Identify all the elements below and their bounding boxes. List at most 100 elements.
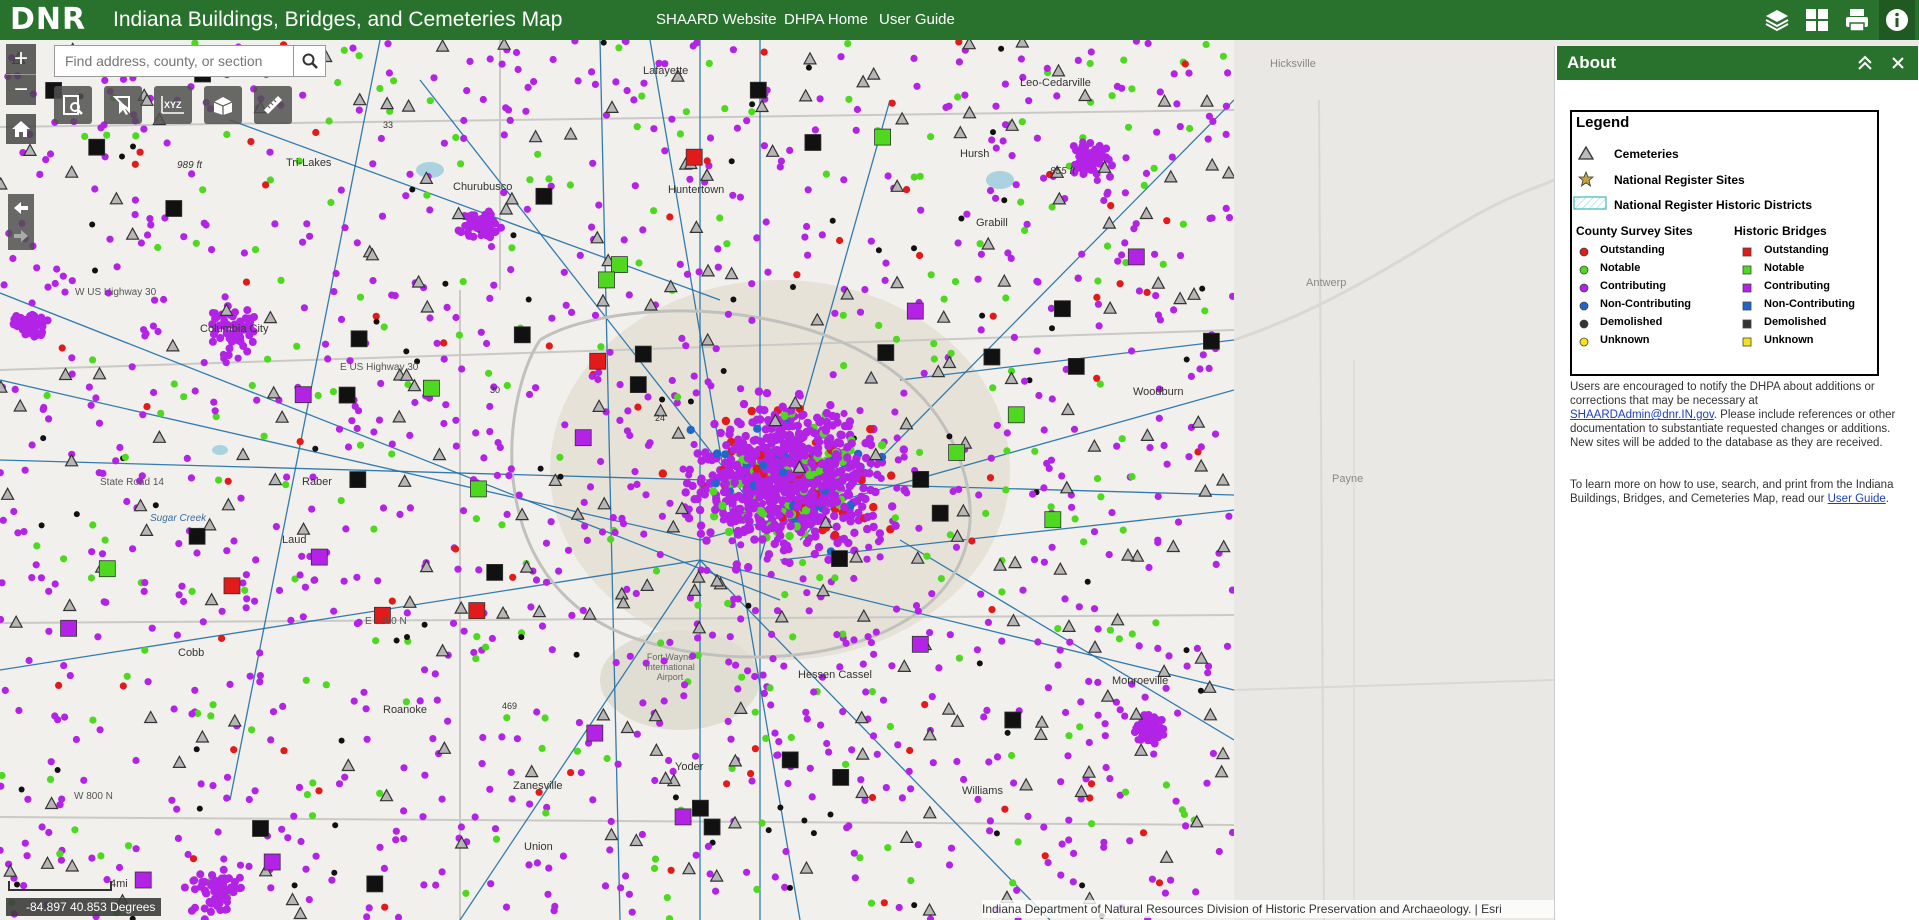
cemetery-marker[interactable]: [663, 279, 678, 293]
cemetery-marker[interactable]: [765, 144, 780, 157]
cemetery-marker[interactable]: [1061, 619, 1077, 633]
cemetery-marker[interactable]: [1214, 764, 1229, 778]
site-marker[interactable]: [51, 580, 59, 588]
bridge-marker[interactable]: [749, 81, 767, 99]
site-marker[interactable]: [736, 193, 745, 201]
site-marker[interactable]: [1066, 638, 1074, 646]
site-marker[interactable]: [348, 417, 356, 425]
site-marker[interactable]: [1044, 859, 1052, 867]
site-marker[interactable]: [46, 150, 55, 158]
site-marker[interactable]: [724, 310, 733, 318]
site-marker[interactable]: [119, 682, 127, 690]
site-marker[interactable]: [824, 442, 833, 451]
site-marker[interactable]: [1144, 40, 1152, 47]
site-marker[interactable]: [616, 416, 624, 424]
site-marker[interactable]: [680, 681, 689, 689]
site-marker[interactable]: [987, 454, 995, 462]
site-marker[interactable]: [523, 205, 532, 213]
site-marker[interactable]: [692, 851, 700, 859]
site-marker[interactable]: [1154, 644, 1162, 653]
site-marker[interactable]: [686, 175, 694, 183]
site-marker[interactable]: [279, 702, 287, 711]
site-marker[interactable]: [500, 131, 508, 139]
site-marker[interactable]: [150, 388, 158, 397]
site-marker[interactable]: [1086, 59, 1094, 68]
site-marker[interactable]: [755, 516, 764, 525]
cemetery-marker[interactable]: [604, 827, 619, 841]
site-marker[interactable]: [954, 239, 962, 247]
site-marker[interactable]: [814, 543, 824, 552]
site-marker[interactable]: [751, 745, 760, 753]
site-marker[interactable]: [1114, 257, 1122, 265]
site-marker[interactable]: [1031, 447, 1039, 455]
site-marker[interactable]: [473, 633, 481, 641]
site-marker[interactable]: [614, 760, 622, 768]
cemetery-marker[interactable]: [1019, 777, 1034, 791]
site-marker[interactable]: [1095, 154, 1104, 163]
site-marker[interactable]: [92, 267, 98, 274]
site-marker[interactable]: [94, 633, 102, 641]
site-marker[interactable]: [47, 758, 55, 766]
site-marker[interactable]: [623, 87, 631, 95]
site-marker[interactable]: [302, 676, 310, 684]
site-marker[interactable]: [1128, 473, 1136, 481]
site-marker[interactable]: [1086, 139, 1095, 147]
site-marker[interactable]: [862, 688, 870, 696]
site-marker[interactable]: [774, 751, 782, 759]
site-marker[interactable]: [988, 136, 996, 144]
site-marker[interactable]: [1040, 484, 1048, 492]
site-marker[interactable]: [388, 440, 396, 448]
site-marker[interactable]: [732, 661, 740, 669]
site-marker[interactable]: [1058, 840, 1066, 848]
site-marker[interactable]: [296, 571, 304, 579]
site-marker[interactable]: [525, 861, 533, 869]
collapse-panel-icon[interactable]: [1857, 54, 1873, 77]
site-marker[interactable]: [651, 855, 660, 863]
site-marker[interactable]: [895, 903, 903, 912]
site-marker[interactable]: [810, 527, 820, 536]
site-marker[interactable]: [696, 477, 706, 487]
site-marker[interactable]: [526, 800, 534, 808]
bridge-marker[interactable]: [589, 352, 607, 370]
site-marker[interactable]: [1128, 347, 1136, 355]
bridge-marker[interactable]: [1054, 300, 1071, 318]
bridge-marker[interactable]: [366, 875, 384, 893]
site-marker[interactable]: [786, 146, 794, 154]
site-marker[interactable]: [299, 238, 307, 246]
site-marker[interactable]: [770, 488, 779, 497]
site-marker[interactable]: [801, 817, 808, 824]
bridge-marker[interactable]: [338, 386, 356, 404]
site-marker[interactable]: [805, 426, 814, 435]
site-marker[interactable]: [1116, 280, 1124, 288]
site-marker[interactable]: [687, 398, 694, 405]
site-marker[interactable]: [741, 477, 751, 486]
site-marker[interactable]: [440, 339, 448, 347]
site-marker[interactable]: [180, 233, 188, 241]
site-marker[interactable]: [68, 277, 76, 285]
site-marker[interactable]: [329, 388, 337, 396]
site-marker[interactable]: [180, 597, 188, 606]
site-marker[interactable]: [1079, 169, 1088, 178]
site-marker[interactable]: [591, 311, 600, 319]
site-marker[interactable]: [101, 536, 109, 544]
site-marker[interactable]: [1084, 578, 1091, 585]
site-marker[interactable]: [603, 754, 611, 763]
cemetery-marker[interactable]: [1103, 300, 1118, 314]
cemetery-marker[interactable]: [392, 409, 407, 423]
site-marker[interactable]: [818, 231, 826, 239]
site-marker[interactable]: [256, 649, 264, 657]
site-marker[interactable]: [54, 767, 61, 773]
site-marker[interactable]: [170, 380, 178, 388]
site-marker[interactable]: [251, 597, 259, 605]
site-marker[interactable]: [1070, 849, 1078, 858]
site-marker[interactable]: [989, 384, 997, 392]
site-marker[interactable]: [1148, 875, 1156, 883]
site-marker[interactable]: [1173, 100, 1181, 108]
site-marker[interactable]: [806, 764, 814, 772]
site-marker[interactable]: [406, 170, 414, 178]
site-marker[interactable]: [390, 77, 398, 85]
cemetery-marker[interactable]: [266, 385, 281, 399]
site-marker[interactable]: [1222, 130, 1230, 138]
site-marker[interactable]: [898, 794, 907, 802]
site-marker[interactable]: [1017, 198, 1025, 206]
